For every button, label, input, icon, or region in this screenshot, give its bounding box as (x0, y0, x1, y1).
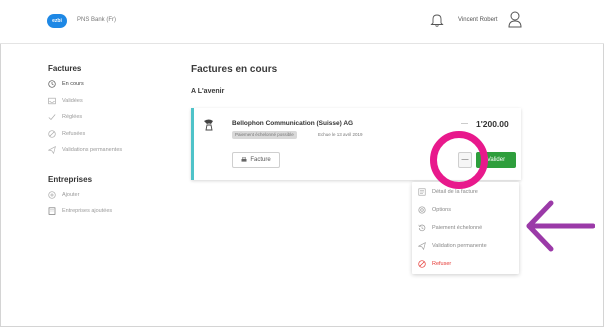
sidebar: Factures En cours Validées Réglées Refus… (48, 62, 178, 220)
menu-item-label: Paiement échelonné (432, 224, 483, 231)
menu-item-label: Options (432, 206, 451, 213)
clock-icon (48, 80, 56, 88)
add-icon (48, 191, 56, 199)
top-header: ezbi PNS Bank (Fr) Vincent Robert (0, 0, 604, 44)
invoice-button[interactable]: Facture (232, 152, 280, 168)
sidebar-item-entreprises-ajoutees[interactable]: Entreprises ajoutées (48, 203, 178, 220)
status-badge: Paiement échelonné possible (232, 131, 297, 139)
sidebar-item-label: Ajouter (62, 191, 80, 198)
check-icon (48, 114, 56, 121)
sidebar-item-label: Validations permanentes (62, 147, 123, 154)
sidebar-item-validees[interactable]: Validées (48, 93, 178, 110)
amount-prefix: — (461, 120, 468, 127)
menu-item-label: Détail de la facture (432, 188, 478, 195)
sidebar-item-label: Entreprises ajoutées (62, 208, 113, 215)
invoice-button-label: Facture (250, 157, 271, 163)
sidebar-item-en-cours[interactable]: En cours (48, 76, 178, 93)
options-dropdown-menu: Détail de la facture Options Paiement éc… (412, 182, 519, 274)
app-logo[interactable]: ezbi (47, 14, 67, 28)
menu-item-label: Validation permanente (432, 242, 487, 249)
page-title: Factures en cours (191, 64, 278, 75)
menu-item-permanent-validation[interactable]: Validation permanente (412, 237, 519, 254)
menu-item-staggered-payment[interactable]: Paiement échelonné (412, 219, 519, 236)
sidebar-item-validations-permanentes[interactable]: Validations permanentes (48, 142, 178, 159)
settings-icon (418, 205, 426, 214)
bank-name[interactable]: PNS Bank (Fr) (77, 17, 116, 23)
company-name: Bellophon Communication (Suisse) AG (232, 120, 354, 127)
company-logo-icon (204, 119, 213, 131)
print-icon (241, 157, 247, 162)
inbox-icon (48, 97, 56, 104)
document-icon (418, 188, 426, 196)
user-name[interactable]: Vincent Robert (458, 17, 498, 23)
cancel-icon (48, 130, 56, 138)
sidebar-item-refusees[interactable]: Refusées (48, 126, 178, 143)
cancel-icon (418, 259, 426, 268)
validate-button[interactable]: Valider (476, 152, 516, 168)
menu-item-label: Refuser (432, 260, 452, 267)
due-date: Echue le 13 avril 2019 (318, 132, 363, 137)
more-options-button[interactable]: — (458, 152, 472, 168)
send-icon (48, 146, 56, 155)
history-icon (418, 224, 426, 231)
invoice-card[interactable]: Bellophon Communication (Suisse) AG Paie… (191, 108, 521, 180)
section-subtitle: A L'avenir (191, 88, 225, 95)
sidebar-item-reglees[interactable]: Réglées (48, 109, 178, 126)
menu-item-invoice-detail[interactable]: Détail de la facture (412, 183, 519, 200)
sidebar-item-label: Réglées (62, 114, 83, 121)
invoices-section-title: Factures (48, 64, 82, 73)
menu-item-options[interactable]: Options (412, 201, 519, 218)
invoice-amount: 1'200.00 (476, 119, 509, 129)
sidebar-item-label: En cours (62, 81, 84, 88)
menu-item-refuse[interactable]: Refuser (412, 255, 519, 272)
send-icon (418, 241, 426, 250)
bell-icon[interactable] (430, 12, 444, 28)
building-icon (48, 207, 56, 215)
sidebar-item-label: Refusées (62, 130, 86, 137)
user-icon[interactable] (508, 11, 522, 28)
sidebar-item-label: Validées (62, 97, 83, 104)
sidebar-item-ajouter[interactable]: Ajouter (48, 187, 178, 204)
companies-section-title: Entreprises (48, 174, 93, 184)
